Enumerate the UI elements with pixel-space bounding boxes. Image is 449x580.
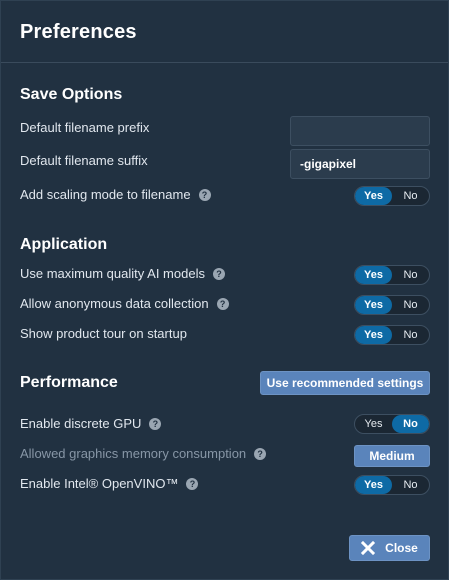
openvino-label: Enable Intel® OpenVINO™: [20, 476, 179, 491]
anon-data-label: Allow anonymous data collection: [20, 296, 209, 311]
toggle-yes[interactable]: Yes: [355, 296, 392, 314]
prefix-input[interactable]: [290, 116, 430, 146]
discrete-gpu-toggle[interactable]: Yes No: [354, 414, 430, 434]
suffix-input[interactable]: [290, 149, 430, 179]
section-application: Application: [20, 236, 108, 253]
help-icon[interactable]: ?: [186, 477, 199, 490]
toggle-yes[interactable]: Yes: [355, 326, 392, 344]
help-icon[interactable]: ?: [198, 188, 211, 201]
close-icon: [361, 541, 376, 555]
use-recommended-button[interactable]: Use recommended settings: [260, 371, 430, 395]
scaling-mode-label: Add scaling mode to filename: [20, 187, 191, 202]
toggle-no[interactable]: No: [392, 326, 429, 344]
memory-label: Allowed graphics memory consumption: [20, 446, 247, 461]
toggle-no[interactable]: No: [392, 266, 429, 284]
openvino-toggle[interactable]: Yes No: [354, 475, 430, 495]
toggle-no[interactable]: No: [392, 187, 429, 205]
prefix-label: Default filename prefix: [20, 120, 150, 135]
discrete-gpu-label: Enable discrete GPU: [20, 416, 142, 431]
scaling-mode-toggle[interactable]: Yes No: [354, 186, 430, 206]
title-bar: Preferences: [1, 1, 448, 63]
close-label: Close: [385, 541, 418, 555]
preferences-dialog: Preferences Save Options Default filenam…: [0, 0, 449, 580]
openvino-row: Enable Intel® OpenVINO™ ?: [20, 476, 199, 491]
toggle-no[interactable]: No: [392, 415, 429, 433]
discrete-gpu-row: Enable discrete GPU ?: [20, 416, 162, 431]
toggle-yes[interactable]: Yes: [355, 476, 392, 494]
section-performance: Performance: [20, 374, 118, 391]
section-save-options: Save Options: [20, 86, 123, 103]
max-quality-toggle[interactable]: Yes No: [354, 265, 430, 285]
help-icon[interactable]: ?: [216, 297, 229, 310]
help-icon[interactable]: ?: [149, 417, 162, 430]
help-icon[interactable]: ?: [212, 267, 225, 280]
scaling-mode-row: Add scaling mode to filename ?: [20, 187, 211, 202]
product-tour-toggle[interactable]: Yes No: [354, 325, 430, 345]
toggle-no[interactable]: No: [392, 296, 429, 314]
help-icon[interactable]: ?: [254, 447, 267, 460]
memory-dropdown[interactable]: Medium: [354, 445, 430, 467]
memory-row: Allowed graphics memory consumption ?: [20, 446, 267, 461]
max-quality-row: Use maximum quality AI models ?: [20, 266, 225, 281]
close-button[interactable]: Close: [349, 535, 430, 561]
product-tour-label: Show product tour on startup: [20, 326, 187, 341]
toggle-no[interactable]: No: [392, 476, 429, 494]
dialog-title: Preferences: [20, 21, 137, 43]
anon-data-toggle[interactable]: Yes No: [354, 295, 430, 315]
toggle-yes[interactable]: Yes: [355, 187, 392, 205]
suffix-label: Default filename suffix: [20, 153, 148, 168]
product-tour-row: Show product tour on startup: [20, 326, 187, 341]
anon-data-row: Allow anonymous data collection ?: [20, 296, 229, 311]
toggle-yes[interactable]: Yes: [355, 415, 392, 433]
max-quality-label: Use maximum quality AI models: [20, 266, 205, 281]
toggle-yes[interactable]: Yes: [355, 266, 392, 284]
